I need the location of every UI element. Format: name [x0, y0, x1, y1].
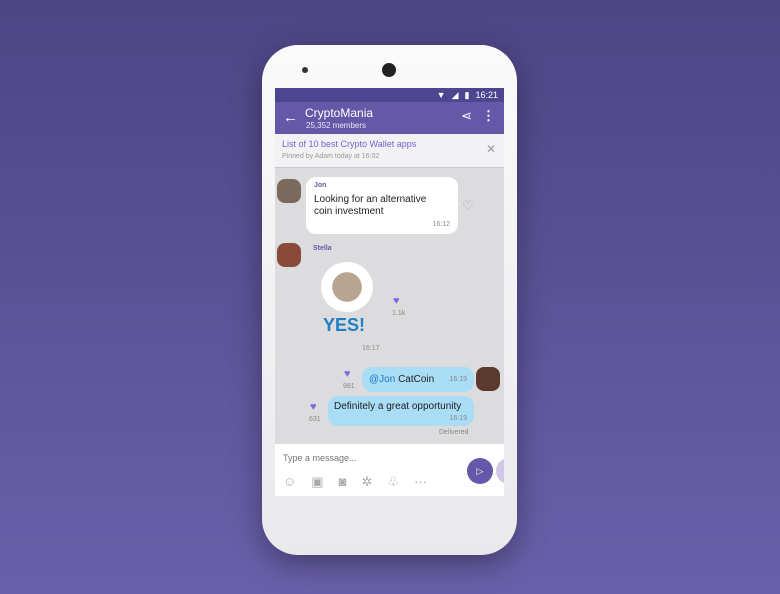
camera-icon[interactable]: ◙ — [339, 474, 347, 490]
delivery-status: Delivered — [439, 429, 469, 436]
avatar-jon[interactable] — [277, 179, 301, 203]
battery-icon: ▮ — [464, 89, 470, 100]
status-bar: ▼ ◢ ▮ 16:21 — [275, 88, 504, 102]
sensor — [302, 67, 308, 73]
chat-title[interactable]: CryptoMania — [305, 106, 373, 120]
more-options-icon[interactable]: ⋮ — [482, 108, 495, 124]
heart-icon[interactable]: ♥ — [344, 368, 351, 380]
secondary-button[interactable] — [496, 458, 504, 484]
message-time: 16:19 — [449, 376, 467, 383]
like-count: 1.1k — [392, 310, 406, 317]
doodle-icon[interactable]: ✲ — [361, 474, 372, 490]
message-text: Definitely a great opportunity — [334, 401, 462, 412]
avatar-self[interactable] — [476, 367, 500, 391]
message-bubble[interactable]: Definitely a great opportunity 16:19 — [328, 396, 474, 426]
wifi-icon: ▼ — [436, 90, 446, 100]
like-count: 631 — [309, 416, 321, 423]
gif-icon[interactable]: ♧ — [387, 474, 399, 490]
cat-image — [321, 262, 373, 312]
composer: ☺ ▣ ◙ ✲ ♧ ··· ▷ — [275, 444, 504, 496]
mention[interactable]: @Jon — [369, 374, 395, 385]
app-bar: ← CryptoMania 25,352 members ⋖ ⋮ — [275, 102, 504, 134]
message-time: 16:17 — [362, 345, 380, 352]
sender-name: Stella — [313, 245, 332, 252]
message-text: CatCoin — [398, 374, 435, 385]
heart-icon[interactable]: ♥ — [310, 401, 317, 413]
back-arrow-icon[interactable]: ← — [283, 109, 298, 126]
message-text: Looking for an alternative coin investme… — [314, 194, 427, 217]
front-camera — [382, 63, 396, 77]
message-time: 16:19 — [449, 415, 467, 422]
message-input[interactable] — [275, 444, 460, 472]
sticker-icon[interactable]: ☺ — [283, 474, 296, 490]
screen: ▼ ◢ ▮ 16:21 ← CryptoMania 25,352 members… — [275, 88, 504, 496]
close-icon[interactable]: ✕ — [486, 142, 496, 156]
send-icon: ▷ — [476, 465, 484, 476]
pinned-message[interactable]: List of 10 best Crypto Wallet apps Pinne… — [275, 134, 504, 168]
message-bubble[interactable]: @Jon CatCoin 16:19 — [362, 367, 474, 392]
message-bubble[interactable]: Jon Looking for an alternative coin inve… — [306, 177, 458, 234]
clock: 16:21 — [475, 90, 498, 100]
sender-name: Jon — [314, 182, 327, 189]
send-button[interactable]: ▷ — [467, 458, 493, 484]
sticker-text: YES! — [323, 315, 366, 335]
avatar-stella[interactable] — [277, 243, 301, 267]
like-count: 981 — [343, 383, 355, 390]
share-icon[interactable]: ⋖ — [461, 108, 472, 124]
member-count: 25,352 members — [306, 121, 367, 130]
heart-outline-icon[interactable]: ♡ — [462, 198, 474, 214]
pinned-title[interactable]: List of 10 best Crypto Wallet apps — [282, 139, 416, 149]
message-time: 16:12 — [432, 221, 450, 228]
heart-icon[interactable]: ♥ — [393, 295, 400, 307]
cat-sticker[interactable]: YES! — [313, 260, 383, 340]
more-icon[interactable]: ··· — [414, 474, 427, 490]
gallery-icon[interactable]: ▣ — [311, 474, 323, 490]
pinned-subtitle: Pinned by Adam today at 16:02 — [282, 153, 380, 160]
signal-icon: ◢ — [451, 89, 459, 100]
